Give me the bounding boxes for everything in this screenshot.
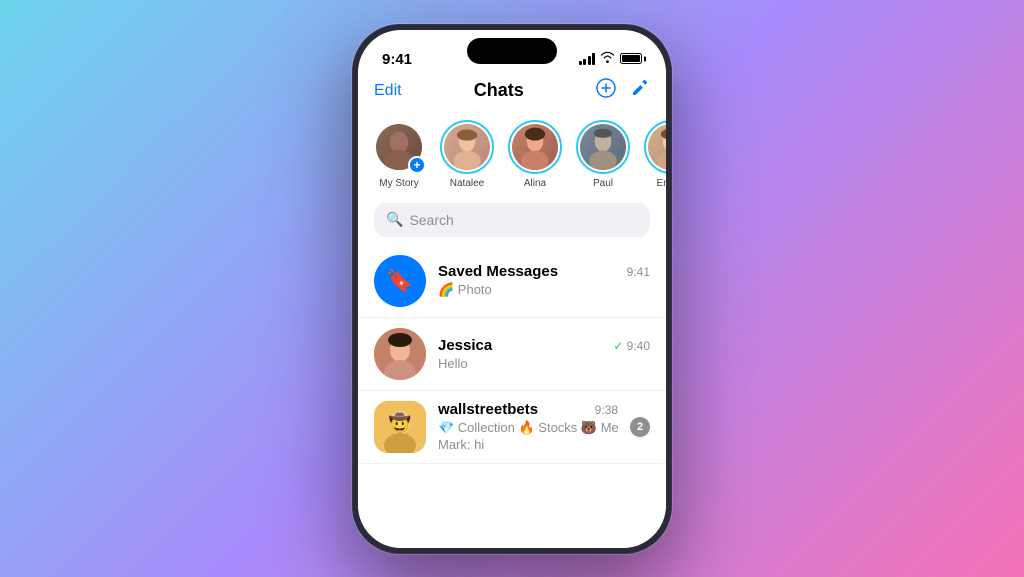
story-item-mystory[interactable]: + My Story <box>372 120 426 189</box>
chat-list: 🔖 Saved Messages 9:41 🌈 Photo <box>358 245 666 548</box>
story-name-paul: Paul <box>593 178 613 189</box>
status-bar: 9:41 <box>358 30 666 74</box>
search-icon: 🔍 <box>386 211 403 228</box>
search-placeholder: Search <box>409 212 453 228</box>
chat-preview-wsb: 💎 Collection 🔥 Stocks 🐻 Memes... <box>438 420 618 436</box>
chat-header: Edit Chats <box>358 74 666 112</box>
search-bar-wrap: 🔍 Search <box>358 199 666 245</box>
edit-button[interactable]: Edit <box>374 82 402 100</box>
chat-preview-jessica: Hello <box>438 356 650 371</box>
chat-time-wsb: 9:38 <box>595 403 618 417</box>
search-bar[interactable]: 🔍 Search <box>374 203 650 237</box>
battery-icon <box>620 53 642 64</box>
story-name-natalee: Natalee <box>450 178 484 189</box>
svg-text:🤠: 🤠 <box>389 412 411 433</box>
chat-name-wsb: wallstreetbets <box>438 401 538 418</box>
story-item-alina[interactable]: Alina <box>508 120 562 189</box>
avatar-emma <box>648 124 666 170</box>
phone-screen: 9:41 <box>358 30 666 548</box>
chat-item-wsb[interactable]: 🤠 wallstreetbets 9:38 💎 Collection 🔥 Sto… <box>358 391 666 464</box>
chat-name-jessica: Jessica <box>438 337 492 354</box>
chat-preview-wsb-sub: Mark: hi <box>438 437 618 452</box>
dynamic-island <box>467 38 557 64</box>
story-name-emma: Emma <box>657 178 666 189</box>
unread-badge-wsb: 2 <box>630 417 650 437</box>
story-item-emma[interactable]: Emma <box>644 120 666 189</box>
chat-preview-saved: 🌈 Photo <box>438 282 650 298</box>
status-time: 9:41 <box>382 51 412 68</box>
story-name-mystory: My Story <box>379 178 418 189</box>
wifi-icon <box>600 50 615 68</box>
phone-frame: 9:41 <box>352 24 672 554</box>
chat-time-jessica: ✓ 9:40 <box>613 339 650 353</box>
story-avatar-wrap-mystory: + <box>372 120 426 174</box>
stories-row: + My Story <box>358 112 666 199</box>
avatar-paul <box>580 124 626 170</box>
avatar-alina <box>512 124 558 170</box>
check-icon: ✓ <box>613 339 623 353</box>
chat-content-saved: Saved Messages 9:41 🌈 Photo <box>438 263 650 298</box>
chat-time-saved: 9:41 <box>627 265 650 279</box>
plus-badge: + <box>408 156 426 174</box>
avatar-saved: 🔖 <box>374 255 426 307</box>
new-group-icon[interactable] <box>596 78 616 103</box>
chat-item-saved[interactable]: 🔖 Saved Messages 9:41 🌈 Photo <box>358 245 666 318</box>
story-item-paul[interactable]: Paul <box>576 120 630 189</box>
chat-top-saved: Saved Messages 9:41 <box>438 263 650 280</box>
header-actions <box>596 78 650 104</box>
chat-name-saved: Saved Messages <box>438 263 558 280</box>
avatar-natalee <box>444 124 490 170</box>
status-icons <box>579 50 643 68</box>
chat-content-wsb: wallstreetbets 9:38 💎 Collection 🔥 Stock… <box>438 401 618 452</box>
avatar-jessica <box>374 328 426 380</box>
chat-content-jessica: Jessica ✓ 9:40 Hello <box>438 337 650 371</box>
chat-item-jessica[interactable]: Jessica ✓ 9:40 Hello <box>358 318 666 391</box>
compose-icon[interactable] <box>630 78 650 104</box>
story-item-natalee[interactable]: Natalee <box>440 120 494 189</box>
signal-icon <box>579 53 596 65</box>
story-name-alina: Alina <box>524 178 546 189</box>
avatar-wsb: 🤠 <box>374 401 426 453</box>
chats-title: Chats <box>474 80 524 101</box>
